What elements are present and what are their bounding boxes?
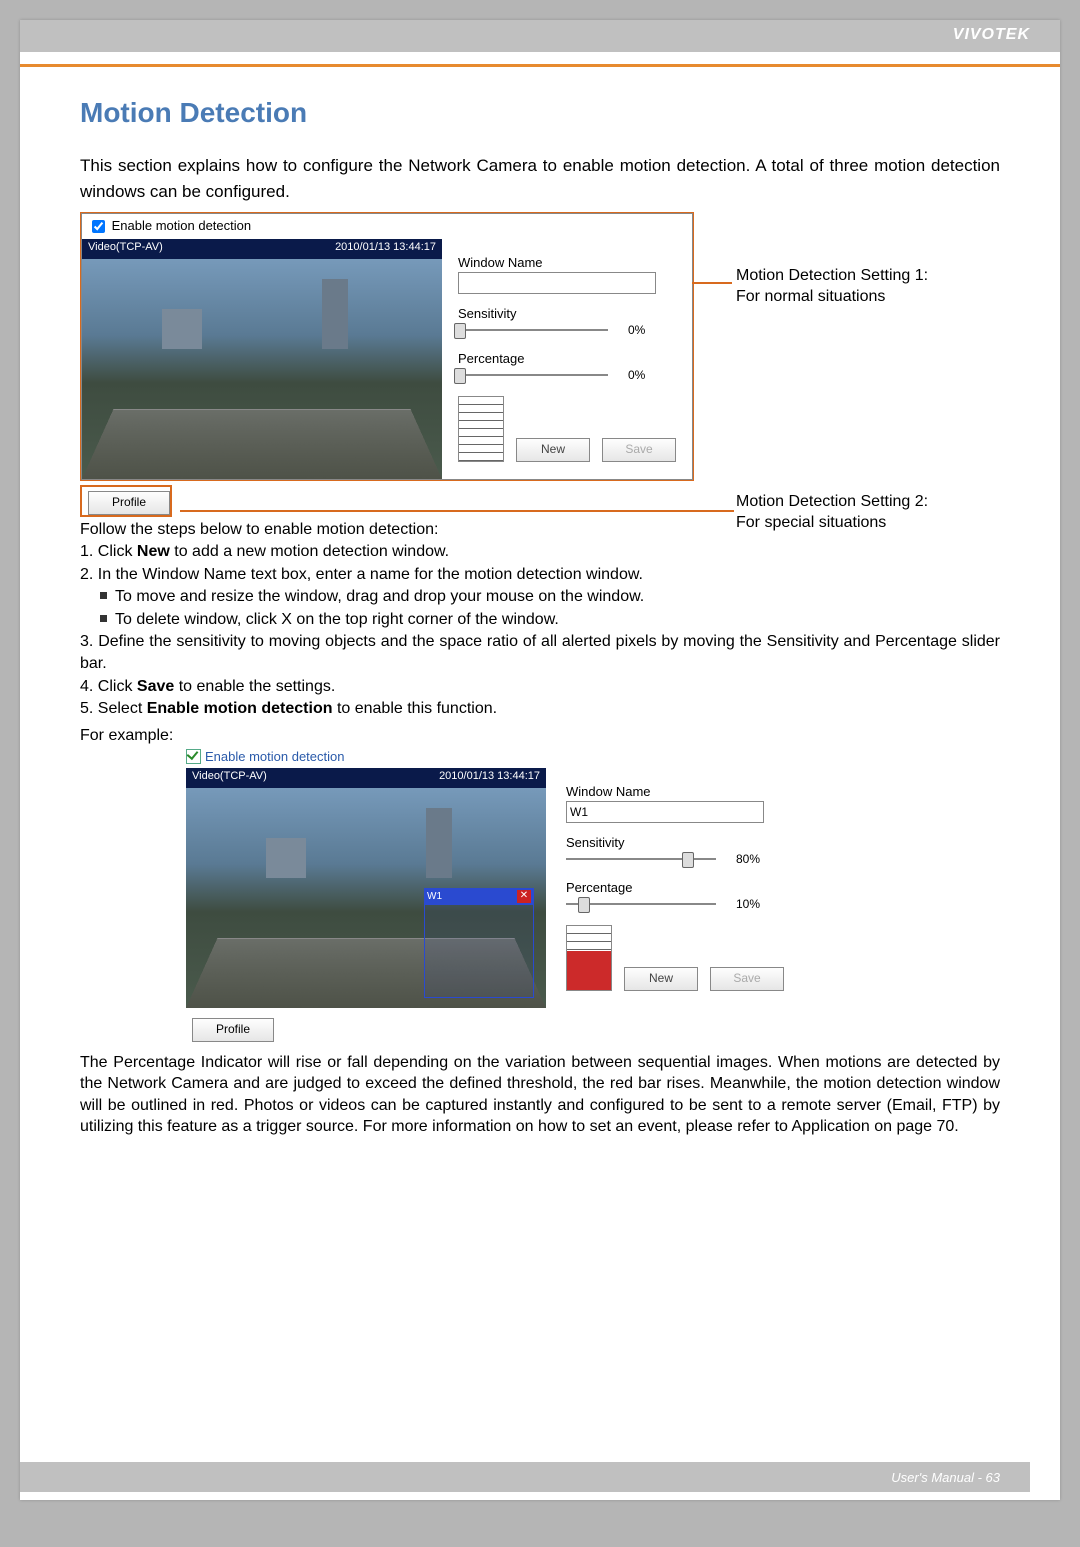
motion-detection-panel-1: Enable motion detection Video(TCP-AV) 20…: [81, 213, 693, 480]
enable-motion-checkbox-2[interactable]: [186, 749, 201, 764]
percentage-slider-2[interactable]: [566, 903, 716, 905]
callout-1-title: Motion Detection Setting 1:: [736, 266, 928, 287]
window-name-input-2[interactable]: [566, 801, 764, 823]
sensitivity-value: 0%: [628, 323, 645, 337]
detection-window-w1[interactable]: W1 ✕: [424, 888, 534, 998]
percentage-label-2: Percentage: [566, 880, 988, 895]
percentage-value: 0%: [628, 368, 645, 382]
intro-text: This section explains how to configure t…: [80, 153, 1000, 204]
detection-window-title: W1: [427, 891, 442, 902]
video-timestamp-2: 2010/01/13 13:44:17: [439, 770, 540, 786]
callout-2-sub: For special situations: [736, 513, 928, 534]
percentage-value-2: 10%: [736, 897, 760, 911]
sensitivity-value-2: 80%: [736, 852, 760, 866]
step-2: 2. In the Window Name text box, enter a …: [80, 564, 1000, 586]
scene-road: [82, 409, 442, 479]
enable-motion-checkbox[interactable]: [92, 220, 105, 233]
step-4: 4. Click Save to enable the settings.: [80, 676, 1000, 698]
video-source-label-2: Video(TCP-AV): [192, 770, 267, 786]
new-button[interactable]: New: [516, 438, 590, 462]
profile-button-2[interactable]: Profile: [192, 1018, 274, 1042]
percentage-indicator: [458, 396, 504, 462]
save-button[interactable]: Save: [602, 438, 676, 462]
video-preview-2[interactable]: Video(TCP-AV) 2010/01/13 13:44:17 W1 ✕: [186, 768, 546, 1008]
sensitivity-label: Sensitivity: [458, 306, 680, 321]
brand-text: VIVOTEK: [953, 26, 1030, 44]
scene-building-2: [162, 309, 202, 349]
sensitivity-label-2: Sensitivity: [566, 835, 988, 850]
step-5: 5. Select Enable motion detection to ena…: [80, 698, 1000, 720]
page-footer-text: User's Manual - 63: [891, 1470, 1000, 1485]
scene-building: [426, 808, 452, 878]
video-preview[interactable]: Video(TCP-AV) 2010/01/13 13:44:17: [82, 239, 442, 479]
window-name-label: Window Name: [458, 255, 680, 270]
percentage-indicator-2: [566, 925, 612, 991]
save-button-2[interactable]: Save: [710, 967, 784, 991]
scene-building-2: [266, 838, 306, 878]
enable-motion-label-2: Enable motion detection: [205, 749, 344, 764]
step-2a: To move and resize the window, drag and …: [115, 588, 644, 605]
percentage-label: Percentage: [458, 351, 680, 366]
profile-button[interactable]: Profile: [88, 491, 170, 515]
callout-1-sub: For normal situations: [736, 287, 928, 308]
footer-paragraph: The Percentage Indicator will rise or fa…: [80, 1052, 1000, 1138]
window-name-input[interactable]: [458, 272, 656, 294]
page-title: Motion Detection: [80, 97, 1000, 129]
scene-building: [322, 279, 348, 349]
for-example-label: For example:: [80, 727, 1000, 745]
video-source-label: Video(TCP-AV): [88, 241, 163, 257]
new-button-2[interactable]: New: [624, 967, 698, 991]
enable-motion-label: Enable motion detection: [112, 218, 251, 233]
callout-2-title: Motion Detection Setting 2:: [736, 492, 928, 513]
step-2b: To delete window, click X on the top rig…: [115, 611, 559, 628]
sensitivity-slider[interactable]: [458, 329, 608, 331]
percentage-slider[interactable]: [458, 374, 608, 376]
step-3: 3. Define the sensitivity to moving obje…: [80, 631, 1000, 676]
close-icon[interactable]: ✕: [517, 890, 531, 903]
window-name-label-2: Window Name: [566, 784, 988, 799]
step-1: 1. Click New to add a new motion detecti…: [80, 541, 1000, 563]
video-timestamp: 2010/01/13 13:44:17: [335, 241, 436, 257]
sensitivity-slider-2[interactable]: [566, 858, 716, 860]
